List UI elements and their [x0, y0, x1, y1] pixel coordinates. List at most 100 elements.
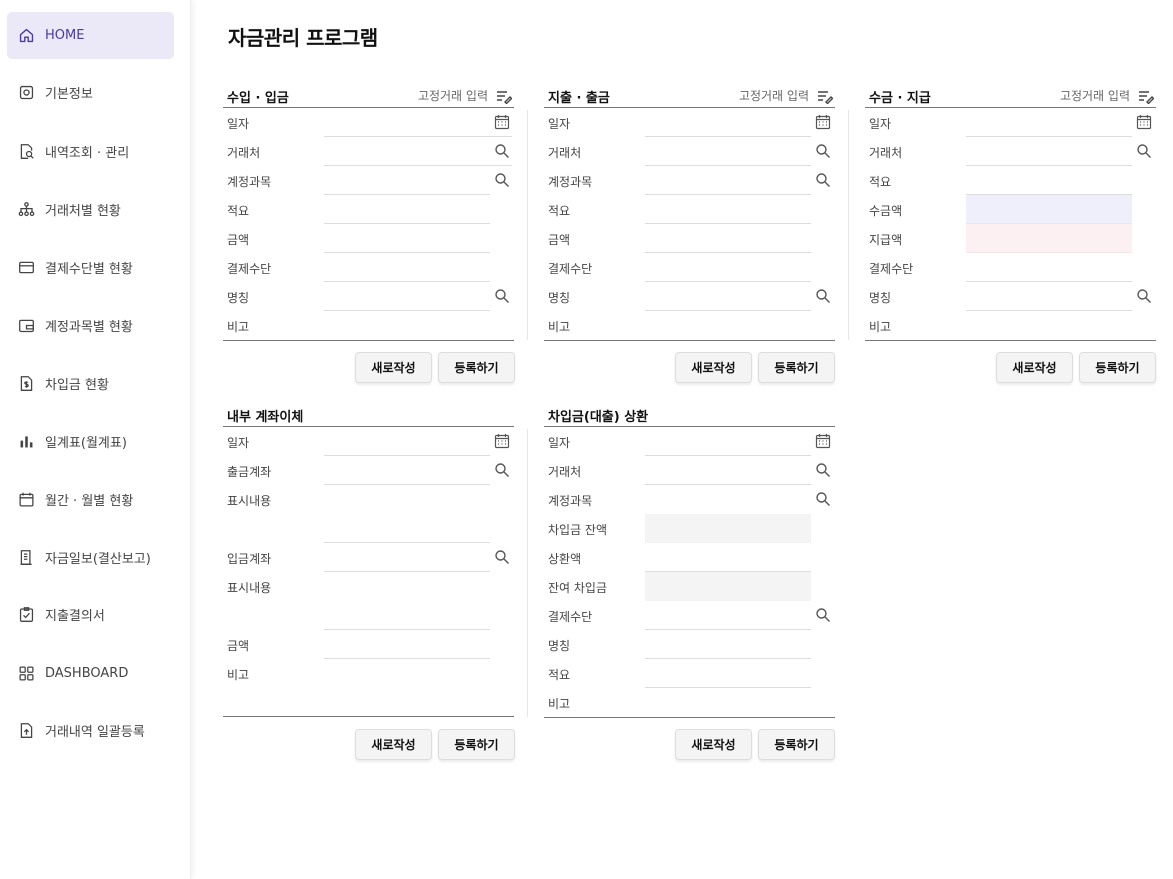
sidebar-item-daily-report[interactable]: 일계표(월계표) — [7, 418, 174, 465]
client-input[interactable] — [645, 137, 811, 166]
sidebar-item-loans[interactable]: 차입금 현황 — [7, 360, 174, 407]
sidebar-item-expense-resolution[interactable]: 지출결의서 — [7, 591, 174, 638]
search-icon[interactable] — [494, 172, 510, 188]
client-input[interactable] — [966, 137, 1132, 166]
sidebar-item-home[interactable]: HOME — [7, 12, 174, 59]
memo-input[interactable] — [645, 659, 811, 688]
receipt-new-button[interactable]: 새로작성 — [996, 352, 1073, 383]
client-input[interactable] — [324, 137, 512, 166]
fixed-transaction-label: 고정거래 입력 — [738, 89, 809, 103]
amount-input[interactable] — [645, 224, 811, 253]
field-label: 일자 — [227, 436, 250, 450]
date-input[interactable] — [324, 108, 512, 137]
note-input[interactable] — [324, 311, 512, 340]
sidebar-item-accounts[interactable]: 계정과목별 현황 — [7, 302, 174, 349]
field-label: 비고 — [227, 668, 250, 682]
receipt-register-button[interactable]: 등록하기 — [1079, 352, 1156, 383]
field-label: 일자 — [548, 117, 571, 131]
search-icon[interactable] — [815, 143, 831, 159]
transfer-new-button[interactable]: 새로작성 — [355, 729, 432, 760]
sidebar-item-monthly[interactable]: 월간 · 월별 현황 — [7, 476, 174, 523]
name-input[interactable] — [645, 630, 811, 659]
paid-amount-input[interactable] — [966, 224, 1132, 253]
search-icon[interactable] — [1136, 143, 1152, 159]
amount-input[interactable] — [324, 630, 490, 659]
field-label: 표시내용 — [227, 494, 272, 508]
sidebar-item-dashboard[interactable]: DASHBOARD — [7, 650, 174, 697]
calendar-icon[interactable] — [1136, 114, 1152, 130]
fixed-transaction-link[interactable]: 고정거래 입력 — [418, 87, 512, 104]
expense-register-button[interactable]: 등록하기 — [758, 352, 835, 383]
sidebar-item-payment-methods[interactable]: 결제수단별 현황 — [7, 244, 174, 291]
name-input[interactable] — [324, 282, 490, 311]
panel-header: 지출 · 출금 고정거래 입력 — [544, 82, 835, 108]
note-input[interactable] — [966, 311, 1132, 340]
search-icon[interactable] — [815, 607, 831, 623]
calendar-icon[interactable] — [494, 114, 510, 130]
calendar-icon[interactable] — [815, 433, 831, 449]
calendar-icon[interactable] — [815, 114, 831, 130]
search-icon[interactable] — [494, 288, 510, 304]
withdraw-display-input[interactable] — [324, 485, 490, 543]
field-row-name: 명칭 — [865, 282, 1156, 311]
field-row-account: 계정과목 — [544, 485, 835, 514]
field-label: 거래처 — [869, 146, 903, 160]
search-icon[interactable] — [494, 462, 510, 478]
memo-input[interactable] — [324, 195, 490, 224]
received-amount-input[interactable] — [966, 195, 1132, 224]
fixed-transaction-link[interactable]: 고정거래 입력 — [1060, 87, 1154, 104]
deposit-display-input[interactable] — [324, 572, 490, 630]
org-chart-icon — [17, 201, 35, 219]
date-input[interactable] — [645, 427, 811, 456]
sidebar-item-fund-report[interactable]: 자금일보(결산보고) — [7, 534, 174, 581]
account-input[interactable] — [645, 166, 811, 195]
payment-method-select[interactable] — [645, 601, 811, 630]
name-input[interactable] — [645, 282, 811, 311]
field-label: 적요 — [227, 204, 250, 218]
amount-input[interactable] — [324, 224, 490, 253]
search-icon[interactable] — [815, 491, 831, 507]
income-register-button[interactable]: 등록하기 — [438, 352, 515, 383]
search-icon[interactable] — [494, 143, 510, 159]
calendar-icon[interactable] — [494, 433, 510, 449]
search-icon[interactable] — [815, 172, 831, 188]
account-input[interactable] — [324, 166, 490, 195]
loan-new-button[interactable]: 새로작성 — [675, 729, 752, 760]
account-input[interactable] — [645, 485, 811, 514]
note-input[interactable] — [324, 659, 490, 716]
panel-title: 지출 · 출금 — [548, 91, 610, 106]
payment-method-select[interactable] — [645, 253, 811, 282]
field-label: 명칭 — [548, 639, 571, 653]
field-label: 비고 — [869, 320, 892, 334]
search-icon[interactable] — [494, 549, 510, 565]
sidebar-item-bulk-import[interactable]: 거래내역 일괄등록 — [7, 707, 174, 754]
note-input[interactable] — [645, 688, 811, 717]
search-icon[interactable] — [815, 288, 831, 304]
date-input[interactable] — [324, 427, 490, 456]
fixed-transaction-link[interactable]: 고정거래 입력 — [739, 87, 833, 104]
loan-register-button[interactable]: 등록하기 — [758, 729, 835, 760]
memo-input[interactable] — [966, 166, 1132, 195]
income-new-button[interactable]: 새로작성 — [355, 352, 432, 383]
sidebar-item-history[interactable]: 내역조회 · 관리 — [7, 128, 174, 175]
transfer-register-button[interactable]: 등록하기 — [438, 729, 515, 760]
date-input[interactable] — [645, 108, 811, 137]
edit-list-icon — [1139, 90, 1154, 104]
sidebar-item-basic-info[interactable]: 기본정보 — [7, 69, 174, 116]
expense-new-button[interactable]: 새로작성 — [675, 352, 752, 383]
repayment-amount-input[interactable] — [645, 543, 811, 572]
memo-input[interactable] — [645, 195, 811, 224]
loan-balance-display — [645, 514, 811, 543]
sidebar-item-clients[interactable]: 거래처별 현황 — [7, 186, 174, 233]
payment-method-select[interactable] — [324, 253, 490, 282]
payment-method-select[interactable] — [966, 253, 1132, 282]
deposit-account-input[interactable] — [324, 543, 490, 572]
withdraw-account-input[interactable] — [324, 456, 490, 485]
client-input[interactable] — [645, 456, 811, 485]
note-input[interactable] — [645, 311, 811, 340]
search-icon[interactable] — [1136, 288, 1152, 304]
search-icon[interactable] — [815, 462, 831, 478]
field-row-memo: 적요 — [544, 195, 835, 224]
name-input[interactable] — [966, 282, 1132, 311]
date-input[interactable] — [966, 108, 1132, 137]
